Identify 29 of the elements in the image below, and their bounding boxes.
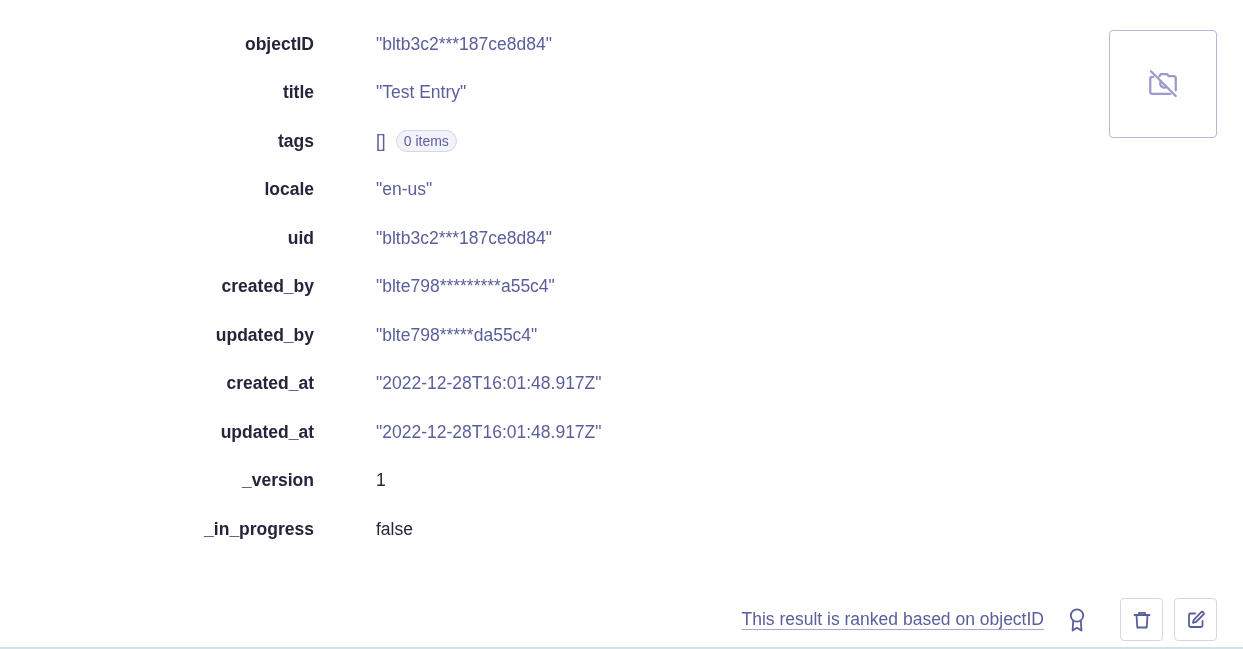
field-name: created_by — [221, 276, 314, 298]
edit-icon — [1185, 609, 1206, 630]
field-name: _version — [242, 470, 314, 492]
ranking-info-link[interactable]: This result is ranked based on objectID — [741, 609, 1044, 630]
edit-button[interactable] — [1174, 598, 1217, 641]
field-value: "blte798*********a55c4" — [376, 276, 555, 298]
field-value: "2022-12-28T16:01:48.917Z" — [376, 373, 602, 395]
trash-icon — [1131, 609, 1152, 630]
award-icon — [1068, 607, 1086, 632]
field-value: "2022-12-28T16:01:48.917Z" — [376, 421, 602, 443]
field-name: updated_at — [220, 421, 314, 443]
item-count-badge: 0 items — [395, 130, 457, 153]
field-value: "en-us" — [376, 179, 433, 201]
field-name: uid — [287, 227, 314, 249]
field-value: "bltb3c2***187ce8d84" — [376, 227, 552, 249]
field-name: title — [282, 82, 314, 104]
field-value: "bltb3c2***187ce8d84" — [376, 33, 552, 55]
field-name: locale — [264, 179, 314, 201]
delete-button[interactable] — [1120, 598, 1163, 641]
field-name: tags — [278, 130, 314, 152]
field-value: 1 — [376, 470, 386, 492]
field-name: _in_progress — [204, 518, 314, 540]
field-value: [] — [376, 130, 386, 152]
field-value: false — [376, 518, 413, 540]
field-value: "Test Entry" — [376, 82, 467, 104]
field-name: objectID — [244, 33, 314, 55]
field-value: "blte798*****da55c4" — [376, 324, 538, 346]
field-name: updated_by — [215, 324, 314, 346]
field-name: created_at — [226, 373, 314, 395]
